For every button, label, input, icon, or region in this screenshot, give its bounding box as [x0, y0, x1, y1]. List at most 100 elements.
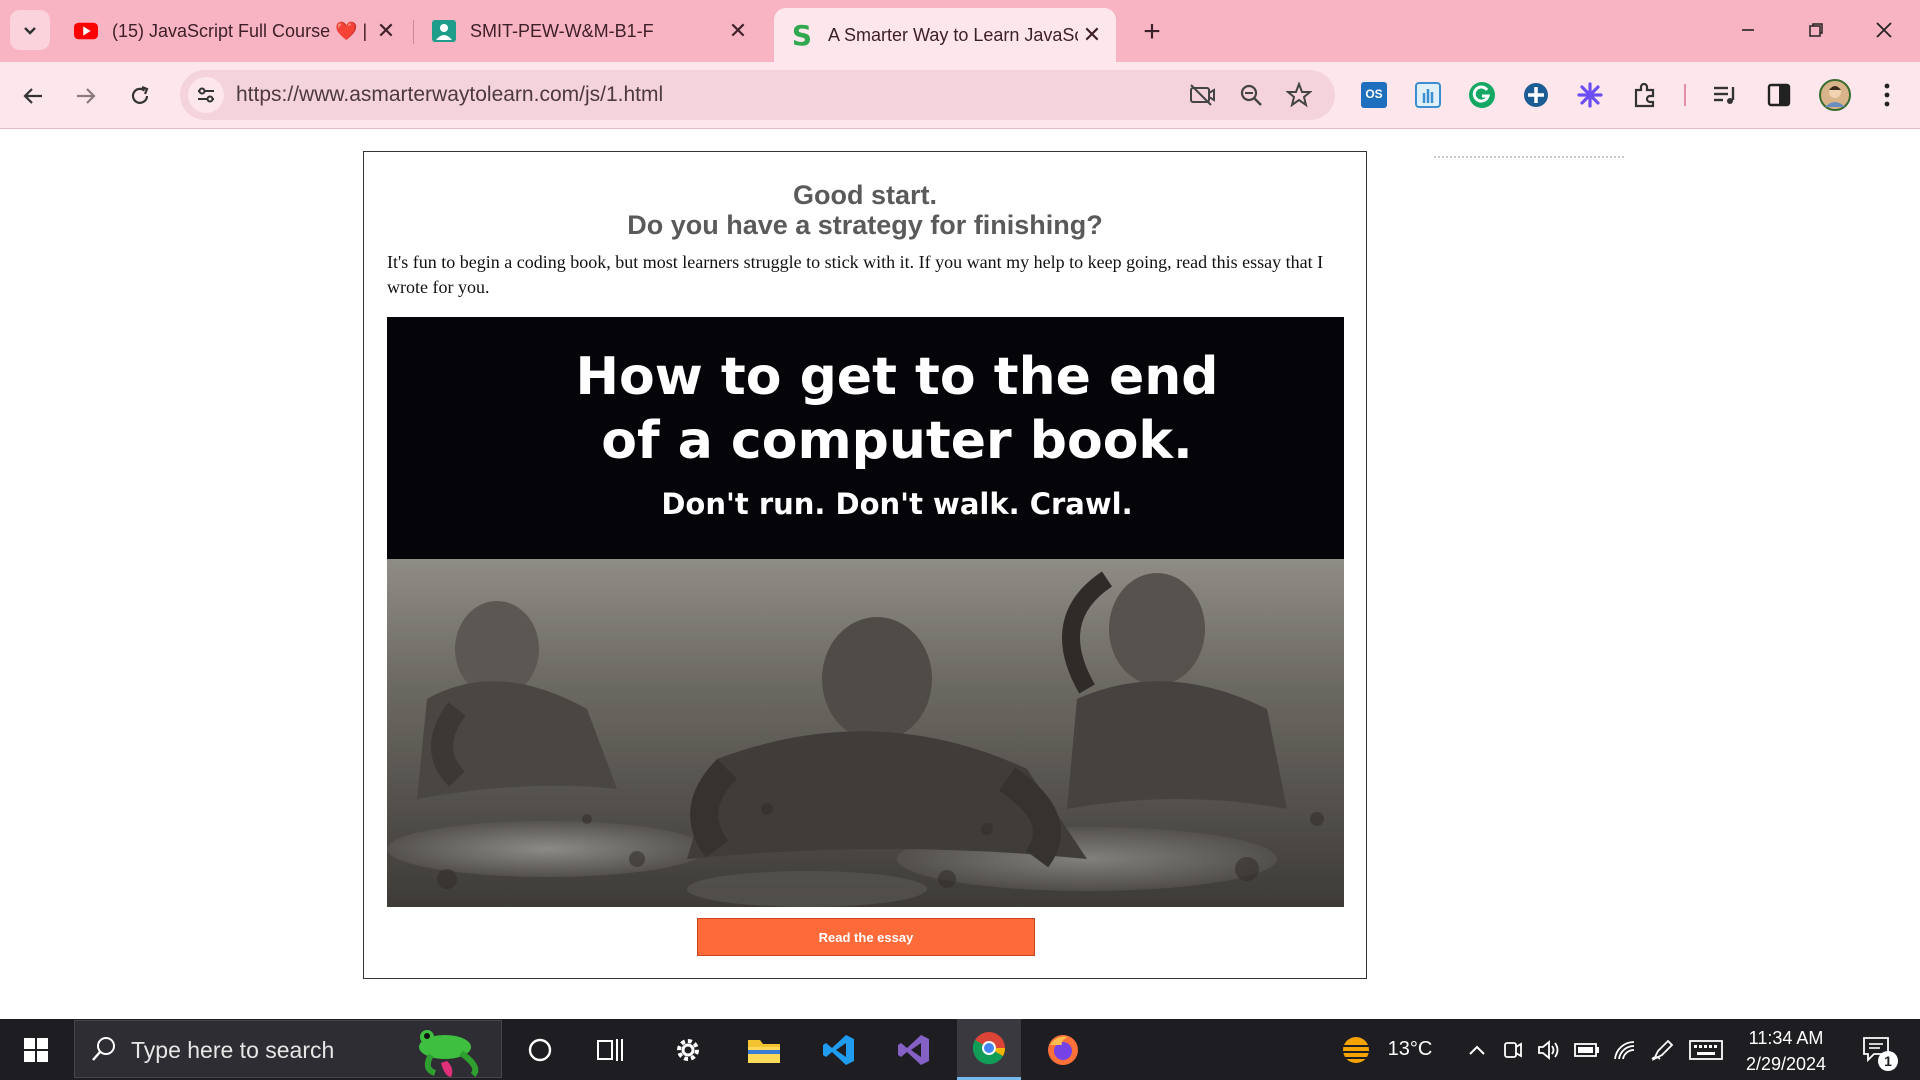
forward-button[interactable] [66, 76, 106, 116]
visual-studio-button[interactable] [882, 1019, 946, 1080]
search-icon [92, 1037, 115, 1061]
close-tab-icon[interactable]: ✕ [724, 17, 752, 45]
windows-taskbar: Type here to search 13°C 11:34 AM 2/29/2… [0, 1019, 1920, 1080]
smarter-way-s-icon: S [791, 18, 813, 52]
pen-icon[interactable] [1646, 1019, 1678, 1080]
essay-hero-image[interactable]: How to get to the end of a computer book… [387, 317, 1344, 907]
notifications-button[interactable]: 1 [1852, 1019, 1902, 1080]
reload-button[interactable] [120, 76, 160, 116]
notification-count-badge: 1 [1878, 1051, 1898, 1071]
clock-time: 11:34 AM [1748, 1028, 1824, 1048]
bookmark-star-icon[interactable] [1285, 81, 1313, 109]
back-button[interactable] [13, 76, 53, 116]
frog-search-highlight-icon [419, 1030, 479, 1077]
site-info-button[interactable] [188, 77, 224, 113]
minimize-icon [1742, 29, 1754, 31]
file-explorer-button[interactable] [732, 1019, 796, 1080]
minimize-button[interactable] [1728, 12, 1768, 48]
battery-icon[interactable] [1570, 1019, 1604, 1080]
web-page: Good start. Do you have a strategy for f… [0, 129, 1920, 1019]
hero-subtitle: Don't run. Don't walk. Crawl. [661, 487, 1133, 521]
os-extension-icon[interactable]: OS [1359, 80, 1389, 110]
chrome-taskbar-button[interactable] [957, 1019, 1021, 1080]
classroom-icon [432, 19, 456, 43]
search-placeholder: Type here to search [131, 1037, 335, 1063]
taskbar-clock[interactable]: 11:34 AM 2/29/2024 [1732, 1025, 1840, 1077]
firefox-button[interactable] [1031, 1019, 1095, 1080]
camera-blocked-icon[interactable] [1188, 81, 1216, 109]
vscode-icon [823, 1034, 854, 1065]
cortana-button[interactable] [508, 1019, 572, 1080]
hero-title-line2: of a computer book. [601, 411, 1193, 471]
wifi-icon[interactable] [1608, 1019, 1640, 1080]
close-window-button[interactable] [1864, 12, 1904, 48]
keyboard-icon[interactable] [1686, 1019, 1726, 1080]
new-tab-button[interactable]: + [1134, 14, 1170, 50]
gamepad-extension-icon[interactable] [1521, 80, 1551, 110]
hand-extension-icon[interactable] [1413, 80, 1443, 110]
temperature-text[interactable]: 13°C [1380, 1019, 1440, 1080]
profile-avatar[interactable] [1818, 78, 1852, 112]
arrow-left-icon [23, 88, 42, 104]
address-bar[interactable]: https://www.asmarterwaytolearn.com/js/1.… [180, 70, 1335, 120]
firefox-icon [1048, 1034, 1078, 1065]
tab-separator [413, 20, 414, 44]
svg-text:OS: OS [1365, 87, 1382, 101]
weather-icon[interactable] [1334, 1019, 1378, 1080]
youtube-icon [74, 19, 98, 43]
vscode-button[interactable] [807, 1019, 871, 1080]
chevron-down-icon [24, 27, 36, 35]
zoom-icon[interactable] [1237, 81, 1265, 109]
folder-icon [748, 1039, 780, 1063]
arrow-right-icon [77, 88, 96, 104]
tab-strip: (15) JavaScript Full Course ❤️ | ✕ SMIT-… [0, 0, 1920, 62]
hero-title: How to get to the end of a computer book… [387, 345, 1344, 473]
tab-title: (15) JavaScript Full Course ❤️ | [112, 20, 368, 41]
visual-studio-icon [898, 1034, 929, 1065]
side-panel-icon[interactable] [1764, 80, 1794, 110]
tab-smarter-way[interactable]: S A Smarter Way to Learn JavaScr ✕ [774, 8, 1116, 62]
intro-paragraph: It's fun to begin a coding book, but mos… [387, 252, 1324, 297]
asterisk-extension-icon[interactable] [1575, 80, 1605, 110]
gear-icon [677, 1038, 699, 1061]
task-view-button[interactable] [578, 1019, 642, 1080]
extensions-puzzle-icon[interactable] [1630, 80, 1660, 110]
browser-toolbar: https://www.asmarterwaytolearn.com/js/1.… [0, 62, 1920, 129]
taskbar-search-box[interactable]: Type here to search [74, 1020, 502, 1078]
tab-youtube[interactable]: (15) JavaScript Full Course ❤️ | ✕ [58, 8, 410, 54]
chevron-up-icon[interactable] [1462, 1019, 1492, 1080]
chrome-icon [972, 1032, 1006, 1065]
cortana-circle-icon [528, 1038, 552, 1061]
settings-taskbar-button[interactable] [656, 1019, 720, 1080]
hero-title-line1: How to get to the end [575, 347, 1219, 407]
meet-now-icon[interactable] [1498, 1019, 1528, 1080]
dotted-divider [1434, 156, 1624, 158]
media-control-icon[interactable] [1710, 80, 1740, 110]
tab-classroom[interactable]: SMIT-PEW-W&M-B1-F ✕ [416, 8, 762, 54]
url-text: https://www.asmarterwaytolearn.com/js/1.… [236, 83, 664, 106]
grammarly-icon[interactable] [1467, 80, 1497, 110]
read-essay-button[interactable]: Read the essay [697, 918, 1035, 956]
restore-button[interactable] [1796, 12, 1836, 48]
toolbar-divider [1684, 84, 1686, 106]
heading-good-start: Good start. [792, 180, 937, 210]
tune-icon [198, 87, 214, 103]
start-button[interactable] [4, 1019, 68, 1080]
tab-title: A Smarter Way to Learn JavaScr [828, 24, 1078, 45]
task-view-icon [597, 1038, 623, 1061]
windows-logo-icon [24, 1037, 48, 1062]
tab-search-button[interactable] [10, 10, 50, 50]
reload-icon [131, 85, 149, 104]
tab-title: SMIT-PEW-W&M-B1-F [470, 20, 654, 41]
close-tab-icon[interactable]: ✕ [372, 17, 400, 45]
clock-date: 2/29/2024 [1745, 1054, 1827, 1074]
more-vert-icon [1884, 83, 1890, 107]
heading-strategy: Do you have a strategy for finishing? [627, 210, 1103, 240]
browser-menu-button[interactable] [1872, 80, 1902, 110]
mud-crawl-photo [387, 559, 1344, 907]
volume-icon[interactable] [1534, 1019, 1564, 1080]
close-tab-icon[interactable]: ✕ [1078, 21, 1106, 49]
restore-icon [1809, 23, 1823, 37]
close-icon [1876, 22, 1892, 38]
essay-promo-card: Good start. Do you have a strategy for f… [363, 151, 1367, 979]
